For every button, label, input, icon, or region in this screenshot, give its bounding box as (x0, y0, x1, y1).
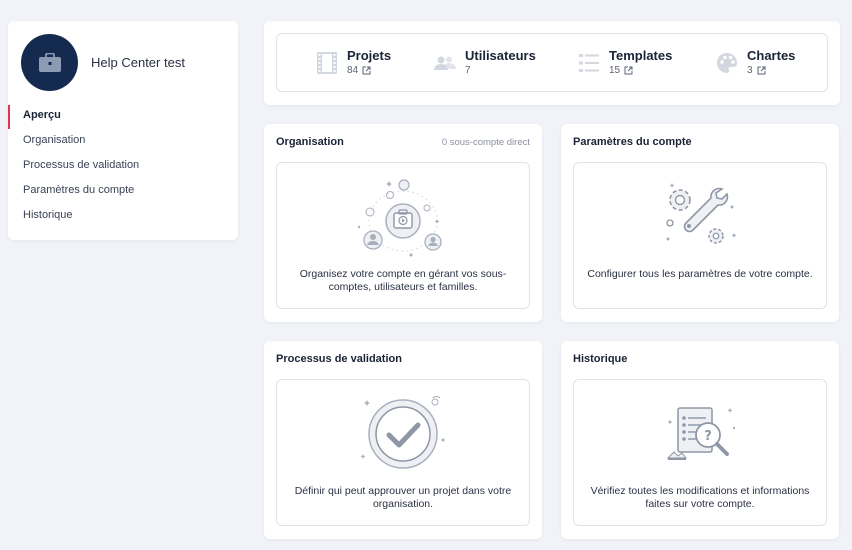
history-document-illustration-icon: ? (666, 407, 736, 460)
panel-historique-title: Historique (573, 353, 628, 365)
users-icon (434, 56, 456, 70)
panel-processus-validation: Processus de validation Définir qui peut… (264, 341, 542, 539)
stats-card: Projets 84 Utilisateurs 7 Templates 15 C… (264, 21, 840, 105)
stat-templates: Templates 15 (577, 34, 672, 91)
organisation-illustration-icon (357, 179, 442, 257)
list-icon (579, 53, 599, 72)
sidebar-nav: Aperçu Organisation Processus de validat… (8, 103, 238, 228)
validation-card[interactable]: Définir qui peut approuver un projet dan… (276, 379, 530, 526)
panel-organisation: Organisation 0 sous-compte direct Organi… (264, 124, 542, 322)
historique-card[interactable]: ? Vérifiez toutes les modifications et i… (573, 379, 827, 526)
panel-historique-description: Vérifiez toutes les modifications et inf… (590, 485, 810, 510)
sidebar-item-historique[interactable]: Historique (8, 203, 238, 228)
account-header: Help Center test (21, 34, 185, 91)
panel-parametres-description: Configurer tous les paramètres de votre … (587, 268, 813, 280)
stat-chartes-value: 3 (747, 64, 753, 76)
stats-bar: Projets 84 Utilisateurs 7 Templates 15 C… (276, 33, 828, 92)
settings-illustration-icon (666, 183, 737, 244)
panel-validation-description: Définir qui peut approuver un projet dan… (294, 485, 512, 510)
external-link-icon[interactable] (757, 66, 766, 75)
stat-templates-label: Templates (609, 47, 673, 63)
organisation-card[interactable]: Organisez votre compte en gérant vos sou… (276, 162, 530, 309)
palette-icon (717, 52, 737, 73)
stat-utilisateurs: Utilisateurs 7 (433, 34, 536, 91)
panel-parametres-compte: Paramètres du compte Configurer tous les… (561, 124, 839, 322)
panel-organisation-title: Organisation (276, 136, 344, 148)
external-link-icon[interactable] (362, 66, 371, 75)
svg-text:?: ? (704, 429, 712, 444)
panel-organisation-description: Organisez votre compte en gérant vos sou… (299, 268, 507, 293)
external-link-icon[interactable] (624, 66, 633, 75)
stat-projets: Projets 84 (315, 34, 391, 91)
stat-projets-value: 84 (347, 64, 359, 76)
panel-validation-title: Processus de validation (276, 353, 402, 365)
check-circle-illustration-icon (360, 396, 445, 469)
sub-account-count: 0 sous-compte direct (441, 137, 530, 148)
sidebar-item-organisation[interactable]: Organisation (8, 128, 238, 153)
film-icon (317, 51, 337, 74)
stat-chartes-label: Chartes (747, 47, 796, 63)
sidebar-item-processus-validation[interactable]: Processus de validation (8, 153, 238, 178)
panel-parametres-title: Paramètres du compte (573, 136, 692, 148)
sidebar: Help Center test Aperçu Organisation Pro… (8, 21, 238, 240)
account-name: Help Center test (91, 55, 185, 70)
stat-chartes: Chartes 3 (715, 34, 795, 91)
stat-templates-value: 15 (609, 64, 621, 76)
sidebar-item-apercu[interactable]: Aperçu (8, 103, 238, 129)
parametres-card[interactable]: Configurer tous les paramètres de votre … (573, 162, 827, 309)
stat-utilisateurs-value: 7 (465, 64, 471, 76)
panel-historique: Historique ? Vérifiez toutes les modific… (561, 341, 839, 539)
avatar (21, 34, 78, 91)
briefcase-icon (38, 52, 61, 72)
stat-projets-label: Projets (347, 47, 392, 63)
stat-utilisateurs-label: Utilisateurs (465, 47, 536, 63)
sidebar-item-parametres-compte[interactable]: Paramètres du compte (8, 178, 238, 203)
